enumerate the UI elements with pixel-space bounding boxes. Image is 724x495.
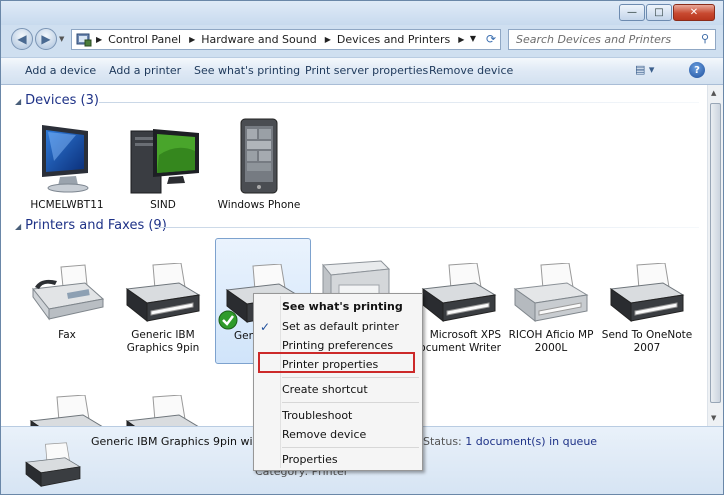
menu-separator	[282, 447, 419, 448]
print-server-properties-button[interactable]: Print server properties	[305, 64, 428, 77]
details-status: Status: 1 document(s) in queue	[423, 435, 597, 448]
title-bar: — □ ✕	[1, 1, 723, 25]
fax-icon	[32, 264, 105, 321]
address-row: ◀ ▶ ▼ ▶ Control Panel ▶ Hardware and Sound…	[1, 27, 723, 55]
printer-label: Generic IBM Graphics 9pin	[126, 329, 200, 354]
crumb-separator-icon: ▶	[324, 35, 331, 44]
group-header-label: Devices (3)	[25, 93, 99, 108]
printer-icon	[125, 263, 201, 323]
vertical-scrollbar[interactable]: ▲ ▼	[707, 85, 723, 426]
maximize-button[interactable]: □	[646, 4, 672, 21]
crumb-children-menu[interactable]: ▶	[458, 35, 470, 44]
address-bar[interactable]: ▶ Control Panel ▶ Hardware and Sound ▶ Devi…	[71, 29, 501, 50]
status-label: Status:	[423, 435, 462, 448]
address-dropdown-icon[interactable]: ▼	[470, 34, 476, 43]
check-icon: ✓	[260, 320, 271, 334]
phone-icon	[240, 118, 278, 194]
crumb-separator-icon: ▶	[189, 35, 196, 44]
add-printer-button[interactable]: Add a printer	[109, 64, 181, 77]
device-item-sind[interactable]: SIND	[115, 115, 211, 212]
menu-item-remove-device[interactable]: Remove device	[282, 428, 366, 441]
printers-group-header[interactable]: ◢ Printers and Faxes (9)	[15, 218, 167, 233]
menu-item-properties[interactable]: Properties	[282, 453, 338, 466]
crumb-devices-and-printers[interactable]: ▶ Devices and Printers	[325, 33, 451, 46]
printer-icon	[513, 263, 589, 323]
menu-item-troubleshoot[interactable]: Troubleshoot	[282, 409, 352, 422]
menu-separator	[282, 377, 419, 378]
menu-item-see-whats-printing[interactable]: See what's printing	[282, 300, 403, 313]
printer-label: RICOH Aficio MP 2000L	[508, 329, 594, 354]
close-button[interactable]: ✕	[673, 4, 715, 21]
status-value: 1 document(s) in queue	[465, 435, 598, 448]
search-box[interactable]: ⚲	[508, 29, 716, 50]
scroll-up-arrow-icon[interactable]: ▲	[711, 89, 716, 97]
group-divider	[99, 102, 699, 103]
group-divider	[155, 227, 699, 228]
caption-buttons: — □ ✕	[618, 4, 715, 21]
crumb-separator-icon: ▶	[458, 35, 465, 44]
forward-arrow-icon: ▶	[41, 32, 51, 46]
printer-label: Send To OneNote 2007	[601, 329, 693, 354]
forward-button[interactable]: ▶	[35, 28, 57, 50]
search-icon[interactable]: ⚲	[701, 32, 709, 45]
back-arrow-icon: ◀	[17, 32, 27, 46]
crumb-label: Devices and Printers	[336, 33, 451, 46]
command-bar: Add a device Add a printer See what's pr…	[1, 57, 723, 85]
group-header-label: Printers and Faxes (9)	[25, 218, 167, 233]
see-whats-printing-button[interactable]: See what's printing	[194, 64, 300, 77]
printer-icon	[609, 263, 685, 323]
device-label: Windows Phone	[217, 199, 301, 211]
remove-device-button[interactable]: Remove device	[429, 64, 513, 77]
computer-icon	[130, 129, 199, 194]
printer-icon	[125, 395, 199, 426]
printer-item-ricoh-aficio[interactable]: RICOH Aficio MP 2000L	[503, 245, 599, 355]
devices-and-printers-window: — □ ✕ ◀ ▶ ▼ ▶ Control Panel ▶ Hardware and…	[0, 0, 724, 495]
crumb-separator-icon: ▶	[96, 35, 103, 44]
crumb-label: Hardware and Sound	[201, 33, 317, 46]
crumb-hardware-and-sound[interactable]: ▶ Hardware and Sound	[189, 33, 317, 46]
minimize-button[interactable]: —	[619, 4, 645, 21]
menu-item-printing-preferences[interactable]: Printing preferences	[282, 339, 393, 352]
menu-item-create-shortcut[interactable]: Create shortcut	[282, 383, 368, 396]
printer-properties-highlight	[258, 352, 415, 373]
menu-item-set-default-printer[interactable]: Set as default printer	[282, 320, 399, 333]
printer-label: Fax	[58, 329, 76, 341]
printer-item-row3-a[interactable]	[19, 377, 115, 426]
collapse-triangle-icon: ◢	[15, 97, 22, 106]
scrollbar-thumb[interactable]	[710, 103, 721, 403]
context-menu: See what's printing ✓ Set as default pri…	[253, 293, 423, 471]
refresh-icon[interactable]: ⟳	[486, 32, 496, 46]
change-view-icon[interactable]: ▤ ▾	[635, 63, 654, 76]
details-printer-icon	[24, 442, 82, 488]
printer-item-send-to-onenote[interactable]: Send To OneNote 2007	[599, 245, 695, 355]
printer-item-row3-b[interactable]	[115, 377, 211, 426]
crumb-label: Control Panel	[108, 33, 182, 46]
printer-icon	[29, 395, 103, 426]
printer-item-microsoft-xps[interactable]: Microsoft XPS ocument Writer	[411, 245, 507, 355]
device-item-hcmelwbt11[interactable]: HCMELWBT11	[19, 115, 115, 212]
devices-group-header[interactable]: ◢ Devices (3)	[15, 93, 99, 108]
device-label: SIND	[150, 199, 176, 211]
search-input[interactable]	[514, 30, 698, 49]
printer-icon	[421, 263, 497, 323]
help-icon[interactable]: ?	[689, 62, 705, 78]
crumb-control-panel[interactable]: ▶ Control Panel	[96, 33, 181, 46]
details-device-name: Generic IBM Graphics 9pin wide	[91, 435, 267, 448]
default-printer-check-icon	[218, 310, 238, 330]
collapse-triangle-icon: ◢	[15, 222, 22, 231]
device-item-windows-phone[interactable]: Windows Phone	[211, 115, 307, 212]
control-panel-icon	[76, 33, 92, 46]
add-device-button[interactable]: Add a device	[25, 64, 96, 77]
scroll-down-arrow-icon[interactable]: ▼	[711, 414, 716, 422]
printer-item-generic-ibm-graphics-9pin[interactable]: Generic IBM Graphics 9pin	[115, 245, 211, 355]
monitor-icon	[42, 125, 89, 193]
recent-pages-dropdown-icon[interactable]: ▼	[59, 35, 64, 43]
device-label: HCMELWBT11	[30, 199, 104, 211]
back-button[interactable]: ◀	[11, 28, 33, 50]
menu-separator	[282, 402, 419, 403]
printer-item-fax[interactable]: Fax	[19, 245, 115, 342]
menu-gutter	[280, 296, 281, 468]
printer-label: Microsoft XPS ocument Writer	[419, 329, 501, 354]
